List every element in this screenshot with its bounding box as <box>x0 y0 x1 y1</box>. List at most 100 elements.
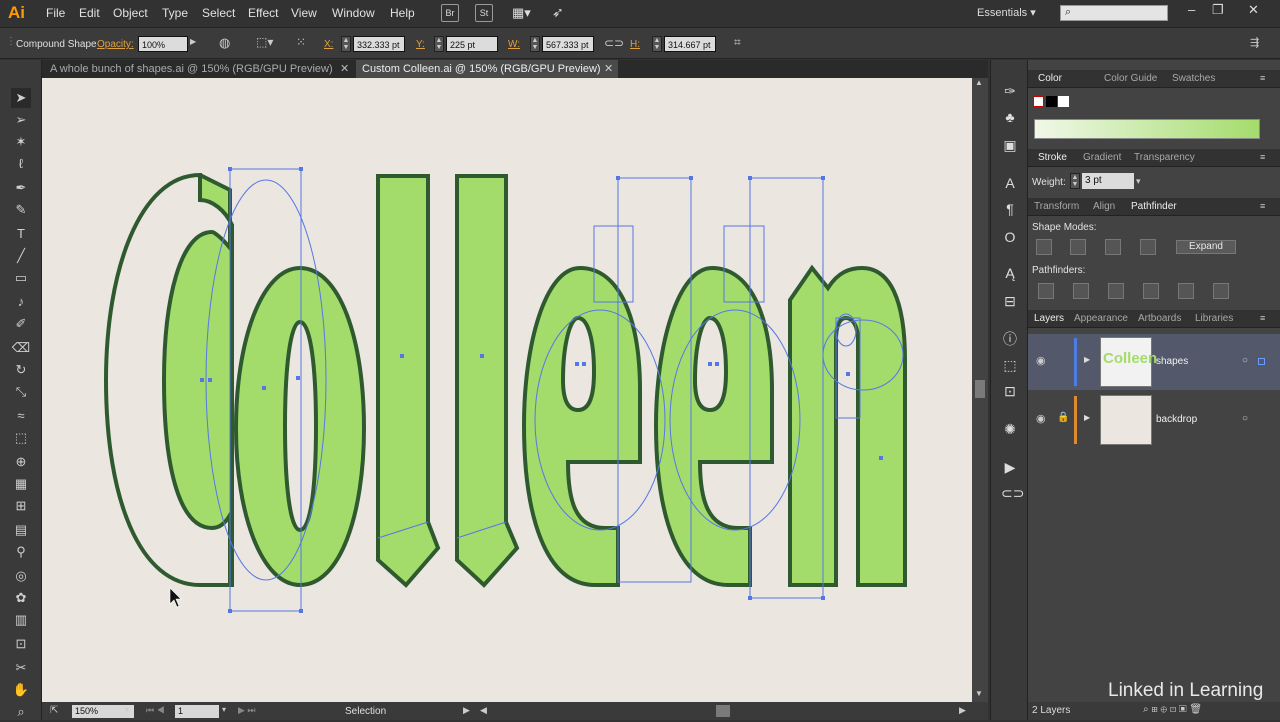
paintbrush-tool-icon[interactable]: ♪ <box>11 292 31 312</box>
artboard-field[interactable]: 1 <box>175 705 219 718</box>
eyedropper-tool-icon[interactable]: ⚲ <box>11 542 31 562</box>
artboard-canvas[interactable] <box>42 78 972 702</box>
y-stepper[interactable]: ▲ ▼ <box>434 36 444 52</box>
outline-button[interactable] <box>1178 283 1194 299</box>
lasso-tool-icon[interactable]: ℓ <box>11 154 31 174</box>
menu-view[interactable]: View <box>291 6 317 20</box>
opacity-label[interactable]: Opacity: <box>97 39 134 50</box>
panel-menu-icon[interactable]: ≡ <box>1260 313 1265 323</box>
last-artboard-icon[interactable]: ▶ ⏭ <box>238 705 256 716</box>
blend-tool-icon[interactable]: ◎ <box>11 566 31 586</box>
colleen-letters[interactable] <box>103 172 907 588</box>
glyphs-icon[interactable]: Ą <box>1001 264 1019 282</box>
selection-indicator[interactable] <box>1258 358 1265 365</box>
layer-name[interactable]: backdrop <box>1156 414 1197 425</box>
expand-button[interactable]: Expand <box>1176 240 1236 254</box>
minimize-icon[interactable]: – <box>1188 2 1195 17</box>
mesh-tool-icon[interactable]: ⊞ <box>11 496 31 516</box>
transform-panel-icon[interactable]: ⬚ <box>1001 356 1019 374</box>
vertical-scrollbar[interactable]: ▲ ▼ <box>972 78 988 702</box>
none-swatch[interactable] <box>1033 96 1044 107</box>
constrain-link-icon[interactable]: ⊂⊃ <box>604 36 624 50</box>
vertical-scroll-thumb[interactable] <box>975 380 985 398</box>
h-field[interactable]: 314.667 pt <box>664 36 716 52</box>
tab-transform[interactable]: Transform <box>1034 201 1079 212</box>
tab-stroke[interactable]: Stroke <box>1038 152 1067 163</box>
menu-edit[interactable]: Edit <box>79 6 100 20</box>
artboard-tool-icon[interactable]: ⊡ <box>11 634 31 654</box>
tab-align[interactable]: Align <box>1093 201 1115 212</box>
rotate-tool-icon[interactable]: ↻ <box>11 360 31 380</box>
pen-tool-icon[interactable]: ✒ <box>11 178 31 198</box>
intersect-button[interactable] <box>1105 239 1121 255</box>
zoom-tool-icon[interactable]: ⌕ <box>11 702 31 722</box>
color-spectrum[interactable] <box>1034 119 1260 139</box>
character-icon[interactable]: A <box>1001 174 1019 192</box>
target-icon[interactable]: ○ <box>1242 413 1248 424</box>
panel-menu-icon[interactable]: ≡ <box>1260 152 1265 162</box>
tab-color[interactable]: Color <box>1038 73 1062 84</box>
weight-dropdown-icon[interactable]: ▾ <box>1136 176 1141 187</box>
y-field[interactable]: 225 pt <box>446 36 498 52</box>
layer-actions-icons[interactable]: ⌕ ⊞ ⊕ ⊡ ▣ 🗑 <box>1143 704 1202 715</box>
reference-point-icon[interactable]: ⁙ <box>296 35 306 49</box>
symbol-sprayer-tool-icon[interactable]: ✿ <box>11 588 31 608</box>
paragraph-icon[interactable]: ¶ <box>1001 200 1019 218</box>
tab-whole-bunch[interactable]: A whole bunch of shapes.ai @ 150% (RGB/G… <box>44 60 354 78</box>
menu-type[interactable]: Type <box>162 6 188 20</box>
expand-arrow-icon[interactable]: ▶ <box>1084 413 1090 422</box>
scale-tool-icon[interactable]: ⤡ <box>11 382 31 402</box>
links-icon[interactable]: ✺ <box>1001 420 1019 438</box>
brushes-icon[interactable]: ✑ <box>1001 82 1019 100</box>
control-menu-icon[interactable]: ⇶ <box>1250 36 1259 49</box>
menu-window[interactable]: Window <box>332 6 375 20</box>
close-icon[interactable]: ✕ <box>1248 2 1259 18</box>
horizontal-scroll-thumb[interactable] <box>716 705 730 717</box>
crop-button[interactable] <box>1143 283 1159 299</box>
type-tool-icon[interactable]: T <box>11 224 31 244</box>
w-field[interactable]: 567.333 pt <box>542 36 594 52</box>
menu-select[interactable]: Select <box>202 6 235 20</box>
weight-stepper[interactable]: ▲ ▼ <box>1070 173 1080 189</box>
workspace-switcher[interactable]: Essentials ▾ <box>977 6 1036 19</box>
direct-selection-tool-icon[interactable]: ➢ <box>11 110 31 130</box>
selection-tool-icon[interactable]: ➤ <box>11 88 31 108</box>
export-icon[interactable]: ⇱ <box>50 705 58 716</box>
tab-libraries[interactable]: Libraries <box>1195 313 1233 324</box>
layer-row-backdrop[interactable]: ◉ 🔒 ▶ backdrop ○ <box>1028 392 1280 448</box>
perspective-grid-tool-icon[interactable]: ▦ <box>11 474 31 494</box>
info-icon[interactable]: ⓘ <box>1001 330 1019 348</box>
tab-custom-colleen[interactable]: Custom Colleen.ai @ 150% (RGB/GPU Previe… <box>356 60 618 78</box>
tab-gradient[interactable]: Gradient <box>1083 152 1121 163</box>
panel-menu-icon[interactable]: ≡ <box>1260 201 1265 211</box>
minus-back-button[interactable] <box>1213 283 1229 299</box>
restore-icon[interactable]: ❐ <box>1212 2 1224 18</box>
slice-tool-icon[interactable]: ✂ <box>11 658 31 678</box>
w-stepper[interactable]: ▲ ▼ <box>530 36 540 52</box>
minus-front-button[interactable] <box>1070 239 1086 255</box>
actions-icon[interactable]: ▶ <box>1001 458 1019 476</box>
gradient-tool-icon[interactable]: ▤ <box>11 520 31 540</box>
navigator-icon[interactable]: ⊡ <box>1001 382 1019 400</box>
recolor-icon[interactable]: ◍ <box>219 35 230 51</box>
weight-field[interactable]: 3 pt <box>1082 173 1134 189</box>
stock-button[interactable]: St <box>475 4 493 22</box>
first-artboard-icon[interactable]: ⏮ ◀ <box>146 705 165 716</box>
tab-color-guide[interactable]: Color Guide <box>1104 73 1157 84</box>
unite-button[interactable] <box>1036 239 1052 255</box>
h-stepper[interactable]: ▲ ▼ <box>652 36 662 52</box>
scroll-down-icon[interactable]: ▼ <box>975 689 983 698</box>
scroll-right-icon[interactable]: ▶ <box>959 705 966 716</box>
x-field[interactable]: 332.333 pt <box>353 36 405 52</box>
graph-tool-icon[interactable]: ▥ <box>11 610 31 630</box>
lock-icon[interactable]: 🔒 <box>1057 412 1069 423</box>
scroll-left-icon[interactable]: ◀ <box>480 705 487 716</box>
white-swatch[interactable] <box>1058 96 1069 107</box>
artboard-dropdown-icon[interactable]: ▾ <box>222 705 226 714</box>
zoom-dropdown-icon[interactable]: ▾ <box>125 705 129 714</box>
target-icon[interactable]: ○ <box>1242 355 1248 366</box>
align-to-icon[interactable]: ⬚▾ <box>256 35 273 49</box>
tab-appearance[interactable]: Appearance <box>1074 313 1128 324</box>
magic-wand-tool-icon[interactable]: ✶ <box>11 132 31 152</box>
black-swatch[interactable] <box>1046 96 1057 107</box>
